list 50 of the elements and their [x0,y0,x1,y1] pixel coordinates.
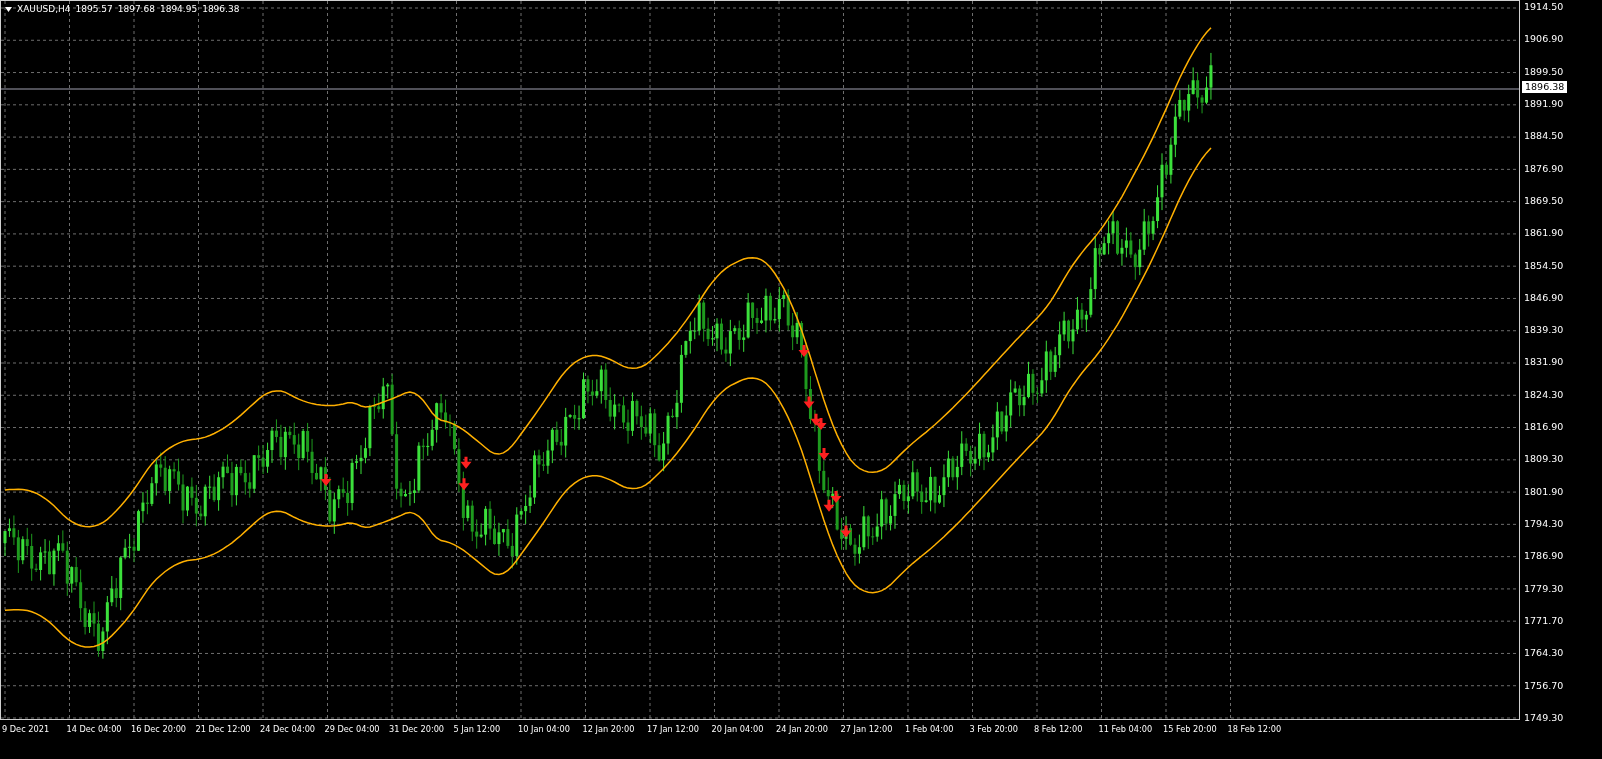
price-axis-label: 1861.90 [1524,226,1565,241]
price-axis-label: 1809.30 [1524,452,1565,467]
price-axis-label: 1884.50 [1524,129,1565,144]
price-axis-label: 1779.30 [1524,581,1565,596]
price-axis-label: 1801.90 [1524,484,1565,499]
ohlc-value: 1894.95 [159,4,198,14]
time-axis-label: 24 Dec 04:00 [260,724,317,736]
time-axis-label: 5 Jan 12:00 [453,724,502,736]
price-axis-label: 1771.70 [1524,613,1565,628]
time-axis-label: 16 Dec 20:00 [131,724,188,736]
time-axis-label: 24 Jan 20:00 [776,724,829,736]
price-axis-label: 1794.30 [1524,517,1565,531]
ohlc-value: 1897.68 [117,4,155,14]
price-axis-label: 1764.30 [1524,646,1565,661]
current-price-label: 1896.38 [1522,81,1568,93]
time-axis-label: 3 Feb 20:00 [969,724,1019,736]
ohlc-value: 1895.57 [75,4,113,14]
time-axis-label: 1 Feb 04:00 [905,724,955,736]
time-axis-label: 21 Dec 12:00 [195,724,252,736]
time-axis-label: 27 Jan 12:00 [840,724,894,736]
price-axis-label: 1824.30 [1524,387,1565,402]
time-axis-label: 29 Dec 04:00 [324,724,381,736]
time-axis-label: 17 Jan 12:00 [647,724,700,736]
dropdown-caret-icon[interactable] [5,6,12,12]
time-axis-label: 15 Feb 20:00 [1163,724,1218,736]
price-axis-label: 1891.90 [1524,96,1565,111]
price-axis-label: 1786.90 [1524,549,1565,564]
time-axis-label: 9 Dec 2021 [2,724,51,736]
price-axis-label: 1839.30 [1524,323,1565,338]
time-axis-label: 14 Dec 04:00 [66,724,123,736]
symbol-label: XAUUSD,H4 [17,4,71,14]
time-axis-label: 8 Feb 12:00 [1034,724,1084,736]
time-axis-label: 20 Jan 04:00 [711,724,765,736]
ohlc-value: 1896.38 [202,4,240,14]
price-axis-label: 1831.90 [1524,355,1565,370]
time-axis-label: 10 Jan 04:00 [518,724,571,736]
time-axis-label: 18 Feb 12:00 [1227,724,1283,736]
time-axis-label: 11 Feb 04:00 [1098,724,1154,736]
price-axis-label: 1846.90 [1524,290,1565,305]
time-axis-label: 12 Jan 20:00 [582,724,636,736]
time-axis-label: 31 Dec 20:00 [389,724,446,736]
price-axis-label: 1899.50 [1524,64,1565,79]
price-axis-label: 1869.50 [1524,193,1565,208]
price-axis-label: 1816.90 [1524,420,1565,435]
price-axis-label: 1756.70 [1524,678,1565,693]
price-axis-label: 1914.50 [1524,0,1565,14]
price-axis-label: 1854.50 [1524,258,1565,273]
price-axis-label: 1749.30 [1524,710,1565,725]
price-axis-label: 1906.90 [1524,32,1565,47]
price-axis-label: 1876.90 [1524,161,1565,176]
